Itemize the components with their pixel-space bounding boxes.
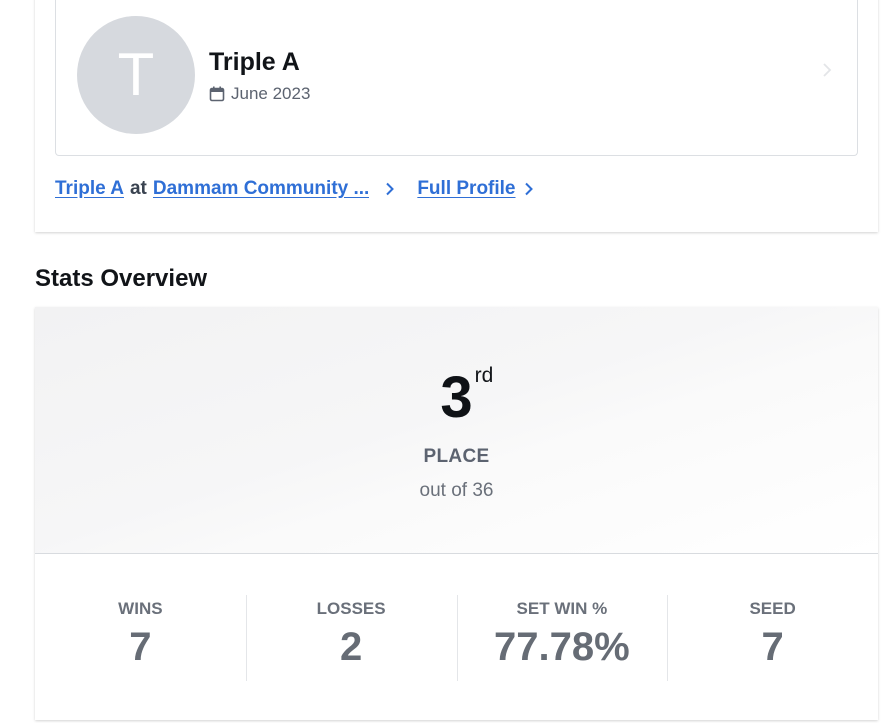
avatar-letter: T [117, 41, 155, 108]
full-profile-label[interactable]: Full Profile [417, 178, 515, 200]
place-out-of: out of 36 [419, 480, 494, 501]
chevron-right-icon [524, 182, 533, 196]
stat-value: 7 [761, 625, 784, 669]
community-link[interactable]: Dammam Community ... [153, 178, 369, 200]
avatar: T [77, 16, 195, 134]
stat-wins: WINS 7 [35, 595, 246, 681]
player-joined-date: June 2023 [209, 84, 310, 104]
stat-losses: LOSSES 2 [245, 595, 457, 681]
stats-card: 3rd PLACE out of 36 WINS 7 LOSSES 2 SET … [35, 307, 878, 720]
player-card: T Triple A June 2023 Triple A at Dammam … [35, 0, 878, 232]
stat-label: WINS [118, 599, 163, 618]
stats-row: WINS 7 LOSSES 2 SET WIN % 77.78% SEED 7 [35, 595, 878, 681]
stat-value: 77.78% [494, 625, 630, 669]
player-row[interactable]: T Triple A June 2023 [55, 0, 858, 156]
full-profile-link[interactable]: Full Profile [417, 178, 535, 200]
stat-label: SET WIN % [516, 599, 608, 618]
stat-set-win-pct: SET WIN % 77.78% [456, 595, 668, 681]
place-label: PLACE [423, 446, 490, 467]
place-panel: 3rd PLACE out of 36 [35, 307, 878, 554]
section-title: Stats Overview [35, 265, 208, 292]
player-name: Triple A [209, 48, 300, 76]
stat-seed: SEED 7 [667, 595, 878, 681]
stat-value: 7 [129, 625, 152, 669]
stat-label: SEED [749, 599, 796, 618]
joined-date-text: June 2023 [231, 84, 311, 103]
place-suffix: rd [474, 364, 494, 387]
stat-value: 2 [340, 625, 363, 669]
profile-links: Triple A at Dammam Community ... Full Pr… [55, 178, 536, 200]
place-number: 3rd [440, 364, 494, 430]
page: T Triple A June 2023 Triple A at Dammam … [0, 0, 890, 723]
chevron-right-icon [823, 63, 832, 77]
stat-label: LOSSES [316, 599, 386, 618]
chevron-right-icon [386, 182, 395, 196]
calendar-icon [209, 86, 225, 102]
place-rank: 3rd [35, 364, 878, 430]
at-label: at [129, 178, 147, 199]
team-link[interactable]: Triple A [55, 178, 124, 200]
